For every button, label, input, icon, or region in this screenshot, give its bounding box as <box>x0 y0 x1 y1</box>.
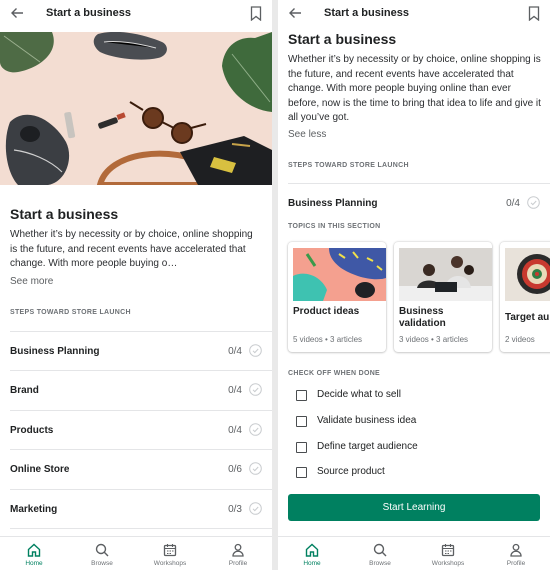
description-text: Whether it’s by necessity or by choice, … <box>10 229 253 269</box>
step-progress: 0/4 <box>228 425 242 436</box>
check-circle-icon <box>527 196 540 209</box>
calendar-icon <box>163 544 177 557</box>
app-frame: Start a business Start a business Whethe… <box>0 0 550 570</box>
step-name: Marketing <box>10 504 58 515</box>
step-row-online-store[interactable]: Online Store 0/6 <box>10 449 272 488</box>
step-progress: 0/4 <box>228 385 242 396</box>
start-learning-button[interactable]: Start Learning <box>288 494 540 521</box>
page-title: Start a business <box>324 7 409 19</box>
list-divider <box>10 528 272 536</box>
start-business-screen-expanded: Start a business Start a business Whethe… <box>278 0 550 570</box>
tab-workshops[interactable]: Workshops <box>136 537 204 570</box>
topic-title: Business validation <box>399 306 446 329</box>
tab-label: Profile <box>506 560 526 567</box>
step-progress: 0/6 <box>228 464 242 475</box>
topic-thumbnail <box>505 248 550 301</box>
description-text: Whether it’s by necessity or by choice, … <box>288 54 541 123</box>
page-heading: Start a business <box>10 206 119 222</box>
top-bar: Start a business <box>278 0 550 28</box>
topic-card-business-validation[interactable]: Business validation 3 videos • 3 article… <box>394 242 492 352</box>
tab-profile[interactable]: Profile <box>204 537 272 570</box>
checklist-label: Decide what to sell <box>317 389 401 400</box>
topic-thumbnail <box>399 248 492 301</box>
checkbox[interactable] <box>296 390 307 401</box>
section-progress: 0/4 <box>506 198 520 209</box>
step-row-marketing[interactable]: Marketing 0/3 <box>10 489 272 528</box>
section-title: Business Planning <box>288 198 378 209</box>
checklist-label: Validate business idea <box>317 415 417 426</box>
step-progress: 0/4 <box>228 346 242 357</box>
search-icon <box>95 543 109 557</box>
checkoff-caption: CHECK OFF WHEN DONE <box>288 370 381 377</box>
check-circle-icon <box>249 423 262 436</box>
home-icon <box>27 543 41 557</box>
tab-label: Workshops <box>431 560 465 567</box>
topic-card-product-ideas[interactable]: Product ideas 5 videos • 3 articles <box>288 242 386 352</box>
step-row-brand[interactable]: Brand 0/4 <box>10 370 272 409</box>
start-business-screen-collapsed: Start a business Start a business Whethe… <box>0 0 272 570</box>
steps-caption: STEPS TOWARD STORE LAUNCH <box>288 162 409 169</box>
tab-label: Browse <box>91 560 113 567</box>
checkbox[interactable] <box>296 442 307 453</box>
tab-label: Browse <box>369 560 391 567</box>
check-circle-icon <box>249 502 262 515</box>
topic-meta: 2 videos <box>505 335 535 344</box>
tab-home[interactable]: Home <box>278 537 346 570</box>
step-row-business-planning[interactable]: Business Planning 0/4 <box>10 331 272 370</box>
search-icon <box>373 543 387 557</box>
checkbox[interactable] <box>296 416 307 427</box>
see-more-link[interactable]: See more <box>10 276 53 287</box>
bottom-tab-bar: Home Browse Workshops Profile <box>0 536 272 570</box>
tab-label: Workshops <box>153 560 187 567</box>
topic-thumbnail <box>293 248 386 301</box>
see-less-link[interactable]: See less <box>288 129 326 140</box>
step-name: Products <box>10 425 54 436</box>
check-circle-icon <box>249 383 262 396</box>
back-arrow-icon[interactable] <box>288 6 302 20</box>
page-heading: Start a business <box>288 31 397 47</box>
tab-browse[interactable]: Browse <box>346 537 414 570</box>
tab-label: Profile <box>228 560 248 567</box>
bookmark-icon[interactable] <box>528 6 540 21</box>
checklist-label: Define target audience <box>317 441 418 452</box>
step-progress: 0/3 <box>228 504 242 515</box>
page-title: Start a business <box>46 7 131 19</box>
checklist-label: Source product <box>317 466 385 477</box>
bottom-tab-bar: Home Browse Workshops Profile <box>278 536 550 570</box>
tab-profile[interactable]: Profile <box>482 537 550 570</box>
calendar-icon <box>441 544 455 557</box>
step-row-business-planning[interactable]: Business Planning 0/4 <box>288 183 550 213</box>
step-name: Brand <box>10 385 39 396</box>
hero-image <box>0 32 272 185</box>
profile-icon <box>232 543 244 557</box>
tab-home[interactable]: Home <box>0 537 68 570</box>
check-circle-icon <box>249 462 262 475</box>
home-icon <box>305 543 319 557</box>
topic-card-target-audience[interactable]: Target au 2 videos <box>500 242 550 352</box>
back-arrow-icon[interactable] <box>10 6 24 20</box>
tab-label: Home <box>25 560 43 567</box>
topics-caption: TOPICS IN THIS SECTION <box>288 223 381 230</box>
tab-workshops[interactable]: Workshops <box>414 537 482 570</box>
step-name: Online Store <box>10 464 70 475</box>
tab-browse[interactable]: Browse <box>68 537 136 570</box>
step-row-products[interactable]: Products 0/4 <box>10 410 272 449</box>
steps-caption: STEPS TOWARD STORE LAUNCH <box>10 309 131 316</box>
bookmark-icon[interactable] <box>250 6 262 21</box>
topic-meta: 3 videos • 3 articles <box>399 335 469 344</box>
tab-label: Home <box>303 560 321 567</box>
checkbox[interactable] <box>296 467 307 478</box>
step-name: Business Planning <box>10 346 100 357</box>
top-bar: Start a business <box>0 0 272 28</box>
check-circle-icon <box>249 344 262 357</box>
topic-title: Product ideas <box>293 306 360 317</box>
profile-icon <box>510 543 522 557</box>
topic-meta: 5 videos • 3 articles <box>293 335 363 344</box>
topic-title: Target au <box>505 312 550 323</box>
